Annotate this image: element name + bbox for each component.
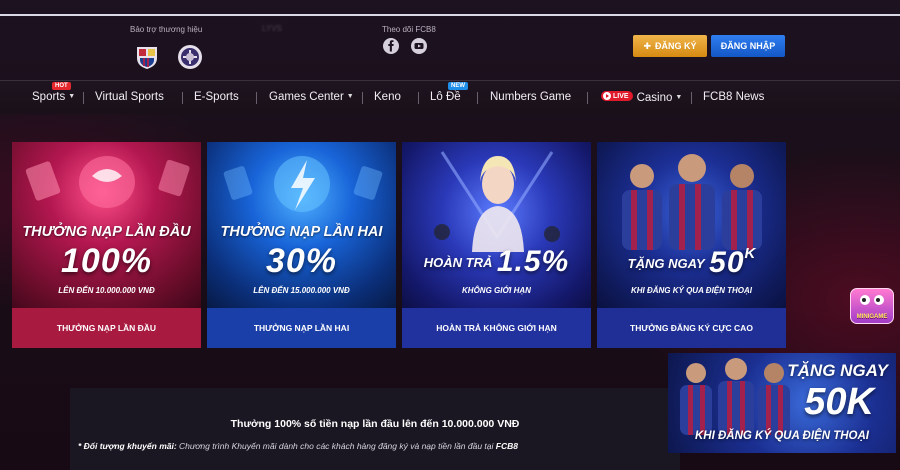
live-label: LIVE <box>613 92 629 100</box>
nav-item-games-center[interactable]: Games Center ▼ <box>269 91 354 103</box>
note-text: Chương trình Khuyến mãi dành cho các khá… <box>176 441 496 451</box>
nav-divider <box>691 92 692 104</box>
promo-subtitle: LÊN ĐẾN 10.000.000 VNĐ <box>58 286 155 295</box>
nav-divider <box>362 92 363 104</box>
blurred-sponsor-text: LYVS <box>262 24 282 33</box>
new-badge: NEW <box>448 82 468 90</box>
promo-art: HOÀN TRẢ 1.5% KHÔNG GIỚI HẠN <box>402 142 591 308</box>
register-button[interactable]: ✚ ĐĂNG KÝ <box>633 35 707 57</box>
youtube-icon[interactable] <box>411 38 427 54</box>
note-brand: FCB8 <box>495 441 518 451</box>
promo-subtitle: KHI ĐĂNG KÝ QUA ĐIỆN THOẠI <box>630 286 753 295</box>
promo-title: THƯỞNG NẠP LẦN HAI <box>220 224 383 240</box>
promo-headline: TẶNG NGAY 50K <box>597 245 786 280</box>
nav-item-lo-de[interactable]: Lô Đề <box>430 91 461 103</box>
nav-item-keno[interactable]: Keno <box>374 91 401 103</box>
hot-badge: HOT <box>52 82 71 90</box>
chevron-down-icon: ▼ <box>346 93 354 100</box>
promo-value: 50 <box>709 246 745 279</box>
ad-line-3: KHI ĐĂNG KÝ QUA ĐIỆN THOẠI <box>695 430 869 442</box>
promo-detail-panel: Thưởng 100% số tiền nạp lần đầu lên đến … <box>70 388 680 470</box>
promo-footer-button[interactable]: THƯỞNG ĐĂNG KÝ CỰC CAO <box>597 308 786 348</box>
promo-footer-button[interactable]: THƯỞNG NẠP LẦN ĐẦU <box>12 308 201 348</box>
ad-line-1: TẶNG NGAY <box>787 361 888 380</box>
nav-item-fcb8-news[interactable]: FCB8 News <box>703 91 764 103</box>
promo-title: THƯỞNG NẠP LẦN ĐẦU <box>22 224 191 240</box>
players-image <box>622 154 762 250</box>
promo-title: TẶNG NGAY <box>627 256 705 271</box>
promo-card-first-deposit[interactable]: THƯỞNG NẠP LẦN ĐẦU 100% LÊN ĐẾN 10.000.0… <box>12 142 201 348</box>
login-label: ĐĂNG NHẬP <box>720 41 776 51</box>
promo-art: TẶNG NGAY 50K KHI ĐĂNG KÝ QUA ĐIỆN THOẠI <box>597 142 786 308</box>
sponsor-label: Bảo trợ thương hiệu <box>130 25 203 34</box>
nav-divider <box>587 92 588 104</box>
nav-label: Lô Đề <box>430 91 461 103</box>
promo-value: 1.5% <box>496 245 570 278</box>
chevron-down-icon: ▼ <box>675 94 683 101</box>
live-badge: LIVE <box>601 91 633 101</box>
login-button[interactable]: ĐĂNG NHẬP <box>711 35 785 57</box>
nav-divider <box>477 92 478 104</box>
nav-divider <box>418 92 419 104</box>
club-crest-icon <box>177 44 203 70</box>
panda-icon <box>860 295 884 305</box>
plus-icon: ✚ <box>643 40 652 51</box>
promo-card-cashback[interactable]: HOÀN TRẢ 1.5% KHÔNG GIỚI HẠN HOÀN TRẢ KH… <box>402 142 591 348</box>
promo-detail-note: * Đối tượng khuyến mãi: Chương trình Khu… <box>78 441 518 451</box>
nav-label: E-Sports <box>194 91 239 103</box>
nav-item-casino[interactable]: LIVE Casino ▼ <box>601 91 682 104</box>
nav-item-e-sports[interactable]: E-Sports <box>194 91 239 103</box>
promo-value-suffix: K <box>744 245 756 262</box>
promo-card-signup-bonus[interactable]: TẶNG NGAY 50K KHI ĐĂNG KÝ QUA ĐIỆN THOẠI… <box>597 142 786 348</box>
nav-label: Numbers Game <box>490 91 572 103</box>
nav-label: Casino <box>636 92 673 104</box>
promo-subtitle: LÊN ĐẾN 15.000.000 VNĐ <box>253 286 350 295</box>
promo-detail-title: Thưởng 100% số tiền nạp lần đầu lên đến … <box>230 418 520 430</box>
hostess-image <box>434 151 560 252</box>
nav-divider <box>182 92 183 104</box>
promo-footer-button[interactable]: THƯỞNG NẠP LẦN HAI <box>207 308 396 348</box>
register-label: ĐĂNG KÝ <box>655 41 697 51</box>
promo-footer-button[interactable]: HOÀN TRẢ KHÔNG GIỚI HẠN <box>402 308 591 348</box>
chevron-down-icon: ▼ <box>68 93 76 100</box>
nav-divider <box>256 92 257 104</box>
follow-label: Theo dõi FCB8 <box>382 25 436 34</box>
minigame-label: MINIGAME <box>856 314 888 320</box>
promo-art: THƯỞNG NẠP LẦN HAI 30% LÊN ĐẾN 15.000.00… <box>207 142 396 308</box>
nav-label: Games Center <box>269 91 344 103</box>
promo-value: 30% <box>265 242 338 280</box>
fc-barcelona-crest-icon <box>134 44 160 70</box>
promo-title: HOÀN TRẢ <box>423 255 493 270</box>
nav-divider <box>83 92 84 104</box>
nav-label: Virtual Sports <box>95 91 164 103</box>
nav-label: FCB8 News <box>703 91 765 103</box>
nav-label: Sports <box>32 91 66 103</box>
facebook-icon[interactable] <box>383 38 399 54</box>
nav-label: Keno <box>374 91 401 103</box>
promo-headline: HOÀN TRẢ 1.5% <box>402 245 591 279</box>
nav-item-numbers-game[interactable]: Numbers Game <box>490 91 571 103</box>
promo-art: THƯỞNG NẠP LẦN ĐẦU 100% LÊN ĐẾN 10.000.0… <box>12 142 201 308</box>
nav-item-sports[interactable]: Sports ▼ <box>32 91 75 103</box>
play-icon <box>603 92 611 100</box>
nav-item-virtual-sports[interactable]: Virtual Sports <box>95 91 164 103</box>
promo-value: 100% <box>61 242 152 280</box>
note-prefix: * Đối tượng khuyến mãi: <box>78 441 177 451</box>
floating-signup-ad[interactable]: TẶNG NGAY 50K KHI ĐĂNG KÝ QUA ĐIỆN THOẠI <box>668 353 896 453</box>
promo-card-second-deposit[interactable]: THƯỞNG NẠP LẦN HAI 30% LÊN ĐẾN 15.000.00… <box>207 142 396 348</box>
top-divider <box>0 14 900 16</box>
ad-line-2: 50K <box>804 381 874 423</box>
promo-subtitle: KHÔNG GIỚI HẠN <box>462 286 531 295</box>
minigame-button[interactable]: MINIGAME <box>850 288 894 324</box>
